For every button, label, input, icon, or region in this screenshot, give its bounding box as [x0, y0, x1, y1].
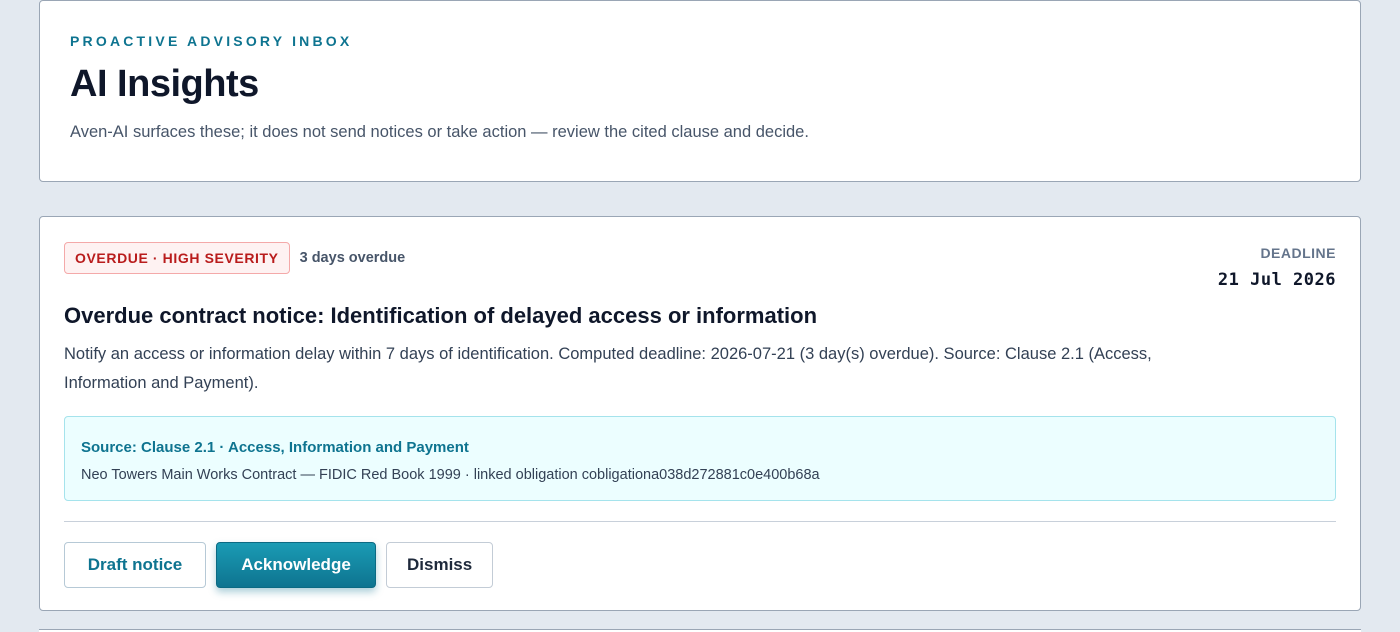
divider [64, 521, 1336, 522]
insight-badges: OVERDUE · HIGH SEVERITY 3 days overdue [64, 242, 405, 274]
insight-actions: Draft notice Acknowledge Dismiss [64, 542, 1336, 588]
acknowledge-button[interactable]: Acknowledge [216, 542, 376, 588]
deadline-block: DEADLINE 21 Jul 2026 [1218, 242, 1336, 290]
deadline-value: 21 Jul 2026 [1217, 270, 1336, 290]
insight-title: Overdue contract notice: Identification … [64, 303, 818, 328]
insight-card: OVERDUE · HIGH SEVERITY 3 days overdue D… [39, 216, 1361, 611]
insight-top-row: OVERDUE · HIGH SEVERITY 3 days overdue D… [64, 242, 1336, 298]
page-subtitle: Aven-AI surfaces these; it does not send… [70, 123, 809, 141]
source-detail: Neo Towers Main Works Contract — FIDIC R… [81, 467, 820, 483]
insight-description: Notify an access or information delay wi… [64, 345, 1152, 392]
page-header-card: PROACTIVE ADVISORY INBOX AI Insights Ave… [39, 0, 1361, 182]
deadline-label: DEADLINE [1260, 245, 1336, 261]
page-title: AI Insights [70, 63, 259, 105]
source-citation: Source: Clause 2.1 · Access, Information… [64, 416, 1336, 501]
draft-notice-button[interactable]: Draft notice [64, 542, 206, 588]
severity-badge: OVERDUE · HIGH SEVERITY [64, 242, 290, 274]
page-eyebrow: PROACTIVE ADVISORY INBOX [70, 33, 353, 49]
source-title: Source: Clause 2.1 · Access, Information… [81, 439, 469, 456]
overdue-status: 3 days overdue [299, 250, 406, 266]
dismiss-button[interactable]: Dismiss [386, 542, 493, 588]
